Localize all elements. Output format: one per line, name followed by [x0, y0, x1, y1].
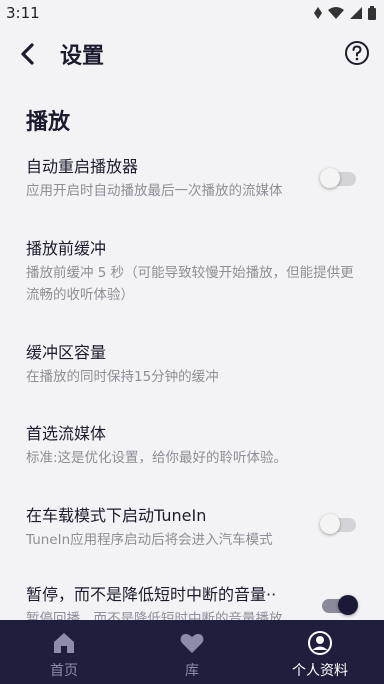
- profile-icon: [308, 631, 332, 655]
- setting-prebuffer[interactable]: 播放前缓冲 播放前缓冲 5 秒（可能导致较慢开始播放，但能提供更流畅的收听体验）: [26, 238, 360, 306]
- setting-label: 首选流媒体: [26, 424, 107, 443]
- setting-car-mode[interactable]: 在车载模式下启动TuneIn TuneIn应用程序启动后将会进入汽车模式: [26, 505, 360, 551]
- auto-restart-toggle[interactable]: [320, 168, 358, 188]
- bottom-nav: 首页 库 个人资料: [0, 620, 384, 684]
- setting-label: 播放前缓冲: [26, 239, 107, 258]
- help-icon[interactable]: [344, 40, 370, 66]
- battery-icon: [368, 6, 376, 20]
- nav-profile[interactable]: 个人资料: [256, 620, 384, 684]
- setting-description: 标准:这是优化设置，给你最好的聆听体验。: [26, 450, 288, 466]
- toggle-thumb: [338, 595, 358, 615]
- back-arrow-icon[interactable]: [14, 40, 42, 68]
- nav-home-label: 首页: [50, 663, 78, 679]
- toggle-thumb: [320, 514, 340, 534]
- section-title: 播放: [26, 110, 71, 135]
- setting-preferred-stream[interactable]: 首选流媒体 标准:这是优化设置，给你最好的聆听体验。: [26, 423, 360, 469]
- nav-library[interactable]: 库: [128, 620, 256, 684]
- cellular-icon: [350, 7, 362, 19]
- setting-auto-restart[interactable]: 自动重启播放器 应用开启时自动播放最后一次播放的流媒体: [26, 156, 360, 202]
- home-icon: [54, 633, 74, 653]
- app-bar: 设置: [0, 26, 384, 82]
- car-mode-toggle[interactable]: [320, 514, 358, 534]
- pause-instead-of-duck-toggle[interactable]: [322, 595, 358, 615]
- nav-profile-label: 个人资料: [292, 663, 348, 679]
- setting-label: 自动重启播放器: [26, 157, 139, 176]
- signal-icon: [314, 7, 322, 19]
- status-icons: [314, 6, 376, 20]
- page-title: 设置: [60, 44, 105, 69]
- nav-library-label: 库: [185, 663, 199, 679]
- setting-description: TuneIn应用程序启动后将会进入汽车模式: [26, 532, 273, 548]
- setting-label: 暂停，而不是降低短时中断的音量··: [26, 585, 277, 604]
- toggle-thumb: [320, 168, 340, 188]
- status-bar: 3:11: [0, 0, 384, 26]
- setting-description: 播放前缓冲 5 秒（可能导致较慢开始播放，但能提供更流畅的收听体验）: [26, 265, 354, 303]
- setting-label: 在车载模式下启动TuneIn: [26, 506, 207, 525]
- setting-description: 应用开启时自动播放最后一次播放的流媒体: [26, 183, 283, 199]
- setting-buffer-capacity[interactable]: 缓冲区容量 在播放的同时保持15分钟的缓冲: [26, 342, 360, 388]
- setting-label: 缓冲区容量: [26, 343, 107, 362]
- setting-description: 在播放的同时保持15分钟的缓冲: [26, 369, 219, 385]
- status-time: 3:11: [6, 4, 40, 22]
- heart-icon: [180, 633, 204, 653]
- wifi-icon: [328, 7, 344, 19]
- nav-home[interactable]: 首页: [0, 620, 128, 684]
